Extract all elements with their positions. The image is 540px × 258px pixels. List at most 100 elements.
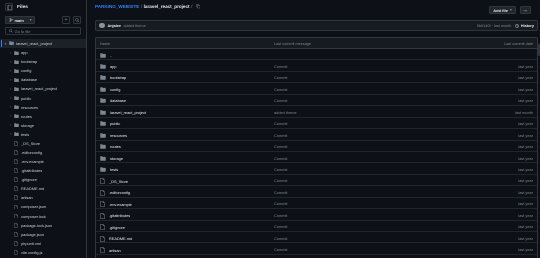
tree-item[interactable]: _DS_Store	[0, 139, 86, 148]
table-row[interactable]: tests Commit last year	[96, 163, 537, 175]
tree-item[interactable]: › storage	[0, 121, 86, 130]
commit-message-cell[interactable]: added theme	[274, 110, 297, 115]
tree-item[interactable]: › laravel_react_project	[0, 84, 86, 93]
tree-item[interactable]: › routes	[0, 112, 86, 121]
tree-item[interactable]: README.md	[0, 184, 86, 193]
commit-message-cell[interactable]: Commit	[274, 236, 287, 241]
table-row[interactable]: artisan Commit last year	[96, 243, 537, 255]
file-name[interactable]: public	[110, 121, 120, 126]
go-to-file-input[interactable]: Go to file	[5, 27, 81, 35]
table-row[interactable]: .gitattributes Commit last year	[96, 209, 537, 221]
branch-selector[interactable]: main ▾	[5, 16, 35, 24]
commit-message-cell[interactable]: Commit	[274, 167, 287, 172]
copy-path-button[interactable]	[196, 4, 201, 10]
tree-item[interactable]: package.json	[0, 230, 86, 239]
commit-message[interactable]: added theme	[124, 24, 146, 28]
file-name[interactable]: artisan	[109, 248, 121, 253]
tree-item[interactable]: › resources	[0, 103, 86, 112]
more-options-button[interactable]: ···	[520, 6, 531, 14]
tree-item[interactable]: composer.lock	[0, 211, 86, 220]
file-name-cell[interactable]: .gitignore	[100, 224, 125, 231]
commit-message-cell[interactable]: Commit	[274, 144, 287, 149]
file-name-cell[interactable]: tests	[100, 167, 118, 172]
commit-message-cell[interactable]: Commit	[274, 75, 287, 80]
file-name-cell[interactable]: .env.example	[100, 201, 132, 208]
file-name[interactable]: app	[110, 64, 117, 69]
file-name-cell[interactable]: laravel_react_project	[100, 110, 146, 115]
tree-item[interactable]: .gitattributes	[0, 166, 86, 175]
tree-item[interactable]: › public	[0, 93, 86, 102]
file-name[interactable]: resources	[110, 133, 127, 138]
commit-message-cell[interactable]: Commit	[274, 178, 287, 183]
file-name[interactable]: bootstrap	[110, 75, 126, 80]
tree-item[interactable]: .env.example	[0, 157, 86, 166]
add-file-sidebar-button[interactable]: +	[62, 16, 70, 24]
tree-item[interactable]: package-lock.json	[0, 221, 86, 230]
tree-item[interactable]: artisan	[0, 193, 86, 202]
tree-item[interactable]: vite.config.js	[0, 248, 86, 257]
file-name-cell[interactable]: artisan	[100, 247, 121, 253]
table-row[interactable]: README.md Commit last year	[96, 232, 537, 244]
commit-message-cell[interactable]: Commit	[274, 133, 287, 138]
file-name[interactable]: ..	[110, 53, 112, 58]
file-name-cell[interactable]: .gitattributes	[100, 212, 130, 219]
table-row[interactable]: .editorconfig Commit last year	[96, 186, 537, 198]
commit-message-cell[interactable]: Commit	[274, 224, 287, 229]
table-row[interactable]: public Commit last year	[96, 118, 537, 130]
file-name-cell[interactable]: resources	[100, 133, 127, 138]
file-name-cell[interactable]: storage	[100, 156, 123, 161]
table-row[interactable]: laravel_react_project added theme last mon…	[96, 106, 537, 118]
file-name[interactable]: README.md	[109, 236, 132, 241]
file-name[interactable]: database	[110, 98, 126, 103]
table-row[interactable]: app Commit last year	[96, 60, 537, 72]
commit-hash-and-date[interactable]: 5b6140f · last month	[477, 24, 512, 28]
tree-item[interactable]: phpunit.xml	[0, 239, 86, 248]
tree-item[interactable]: › bootstrap	[0, 57, 86, 66]
file-name-cell[interactable]: database	[100, 98, 126, 103]
tree-item[interactable]: composer.json	[0, 202, 86, 211]
tree-item[interactable]: .gitignore	[0, 175, 86, 184]
file-name-cell[interactable]: README.md	[100, 235, 132, 242]
tree-item[interactable]: › tests	[0, 130, 86, 139]
table-row[interactable]: resources Commit last year	[96, 129, 537, 141]
file-name[interactable]: laravel_react_project	[110, 110, 146, 115]
table-row[interactable]: routes Commit last year	[96, 141, 537, 152]
commit-message-cell[interactable]: Commit	[274, 98, 287, 103]
commit-message-cell[interactable]: Commit	[274, 87, 287, 92]
file-name[interactable]: storage	[110, 156, 123, 161]
commit-message-cell[interactable]: Commit	[274, 156, 287, 161]
tree-item[interactable]: › database	[0, 75, 86, 84]
file-name-cell[interactable]: .editorconfig	[100, 189, 130, 196]
file-name[interactable]: tests	[110, 167, 118, 172]
commit-author[interactable]: Anjalee	[108, 24, 122, 28]
file-name-cell[interactable]: bootstrap	[100, 75, 126, 80]
commit-message-cell[interactable]: Commit	[274, 190, 287, 195]
file-name[interactable]: config	[110, 87, 120, 92]
table-row[interactable]: _DS_Store Commit last year	[96, 175, 537, 187]
breadcrumb-repo-link[interactable]: PARKING_WEBSITE	[95, 4, 139, 9]
file-name[interactable]: .gitignore	[109, 225, 125, 230]
commit-message-cell[interactable]: Commit	[274, 64, 287, 69]
commit-message-cell[interactable]: Commit	[274, 201, 287, 206]
table-row[interactable]: .gitignore Commit last year	[96, 221, 537, 232]
table-row[interactable]: database Commit last year	[96, 95, 537, 107]
file-name[interactable]: routes	[110, 144, 121, 149]
commit-message-cell[interactable]: Commit	[274, 213, 287, 218]
add-file-button[interactable]: Add file ▾	[489, 6, 516, 14]
history-link[interactable]: History	[515, 24, 534, 28]
sidebar-toggle-button[interactable]	[5, 3, 13, 11]
commit-message-cell[interactable]: Commit	[274, 247, 287, 252]
table-row[interactable]: storage Commit last year	[96, 152, 537, 164]
file-name[interactable]: _DS_Store	[109, 179, 128, 184]
file-name[interactable]: .gitattributes	[109, 213, 130, 218]
tree-item[interactable]: .editorconfig	[0, 148, 86, 157]
file-name-cell[interactable]: config	[100, 87, 120, 92]
file-name-cell[interactable]: app	[100, 64, 117, 69]
search-sidebar-button[interactable]	[73, 16, 81, 24]
avatar[interactable]	[99, 22, 105, 29]
file-name[interactable]: .env.example	[109, 202, 132, 207]
file-name-cell[interactable]: routes	[100, 144, 121, 149]
commit-message-cell[interactable]: Commit	[274, 121, 287, 126]
table-row[interactable]: config Commit last year	[96, 83, 537, 95]
table-row[interactable]: ..	[96, 49, 537, 61]
